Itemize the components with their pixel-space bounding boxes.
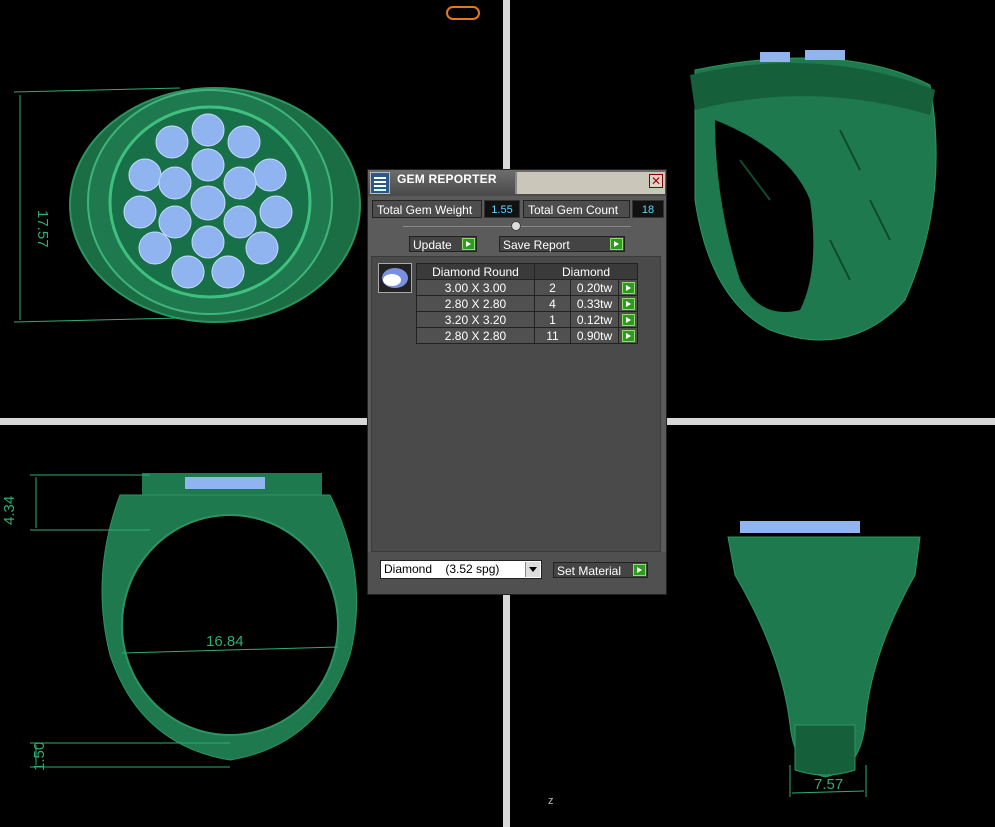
save-report-button[interactable]: Save Report bbox=[499, 236, 625, 252]
play-icon bbox=[462, 238, 475, 250]
total-gem-weight-value: 1.55 bbox=[484, 200, 520, 218]
dimension-label-side: 7.57 bbox=[814, 776, 843, 793]
splitter-handle[interactable] bbox=[511, 221, 521, 231]
update-button-label: Update bbox=[413, 238, 452, 252]
titlebar-fill bbox=[515, 172, 665, 194]
gem-size: 2.80 X 2.80 bbox=[416, 327, 535, 344]
material-select-value: Diamond (3.52 spg) bbox=[384, 562, 500, 576]
gem-table: Diamond Round Diamond 3.00 X 3.00 2 0.20… bbox=[416, 263, 638, 344]
update-button[interactable]: Update bbox=[409, 236, 477, 252]
gem-weight: 0.20tw bbox=[570, 279, 619, 296]
gem-count: 4 bbox=[534, 295, 571, 312]
column-header-material: Diamond bbox=[534, 263, 638, 280]
table-row[interactable]: 3.20 X 3.20 1 0.12tw bbox=[416, 311, 638, 328]
play-icon bbox=[633, 564, 646, 576]
gem-count: 1 bbox=[534, 311, 571, 328]
dialog-titlebar[interactable]: GEM REPORTER ✕ bbox=[368, 170, 666, 196]
row-play-icon[interactable] bbox=[621, 298, 635, 311]
gem-list-panel: Diamond Round Diamond 3.00 X 3.00 2 0.20… bbox=[371, 256, 661, 552]
save-report-label: Save Report bbox=[503, 238, 570, 252]
chevron-down-icon[interactable] bbox=[525, 562, 540, 577]
gem-weight: 0.12tw bbox=[570, 311, 619, 328]
set-material-label: Set Material bbox=[557, 564, 622, 578]
row-play-icon[interactable] bbox=[621, 330, 635, 343]
column-header-shape: Diamond Round bbox=[416, 263, 535, 280]
gem-reporter-icon bbox=[370, 172, 390, 194]
play-icon bbox=[610, 238, 623, 250]
material-select[interactable]: Diamond (3.52 spg) bbox=[380, 560, 542, 579]
ring-marker-icon bbox=[446, 6, 480, 20]
gem-weight: 0.90tw bbox=[570, 327, 619, 344]
table-row[interactable]: 2.80 X 2.80 11 0.90tw bbox=[416, 327, 638, 344]
dimension-label-top: 4.34 bbox=[1, 496, 18, 525]
gem-reporter-dialog: GEM REPORTER ✕ Total Gem Weight 1.55 Tot… bbox=[367, 169, 667, 595]
table-row[interactable]: 2.80 X 2.80 4 0.33tw bbox=[416, 295, 638, 312]
row-play-icon[interactable] bbox=[621, 314, 635, 327]
gem-size: 2.80 X 2.80 bbox=[416, 295, 535, 312]
dimension-label: 17.57 bbox=[34, 210, 51, 248]
diamond-round-icon[interactable] bbox=[378, 263, 412, 293]
dimension-label-bottom: 1.50 bbox=[31, 742, 48, 771]
gem-count: 2 bbox=[534, 279, 571, 296]
total-gem-count-value: 18 bbox=[632, 200, 664, 218]
axis-label: z bbox=[548, 795, 554, 807]
set-material-button[interactable]: Set Material bbox=[553, 562, 648, 578]
total-gem-count-label: Total Gem Count bbox=[523, 200, 630, 218]
close-button[interactable]: ✕ bbox=[649, 174, 663, 188]
table-row[interactable]: 3.00 X 3.00 2 0.20tw bbox=[416, 279, 638, 296]
row-play-icon[interactable] bbox=[621, 282, 635, 295]
total-gem-weight-label: Total Gem Weight bbox=[372, 200, 482, 218]
dialog-title: GEM REPORTER bbox=[397, 172, 497, 186]
gem-size: 3.20 X 3.20 bbox=[416, 311, 535, 328]
dimension-label-width: 16.84 bbox=[206, 633, 244, 650]
gem-weight: 0.33tw bbox=[570, 295, 619, 312]
gem-size: 3.00 X 3.00 bbox=[416, 279, 535, 296]
gem-count: 11 bbox=[534, 327, 571, 344]
